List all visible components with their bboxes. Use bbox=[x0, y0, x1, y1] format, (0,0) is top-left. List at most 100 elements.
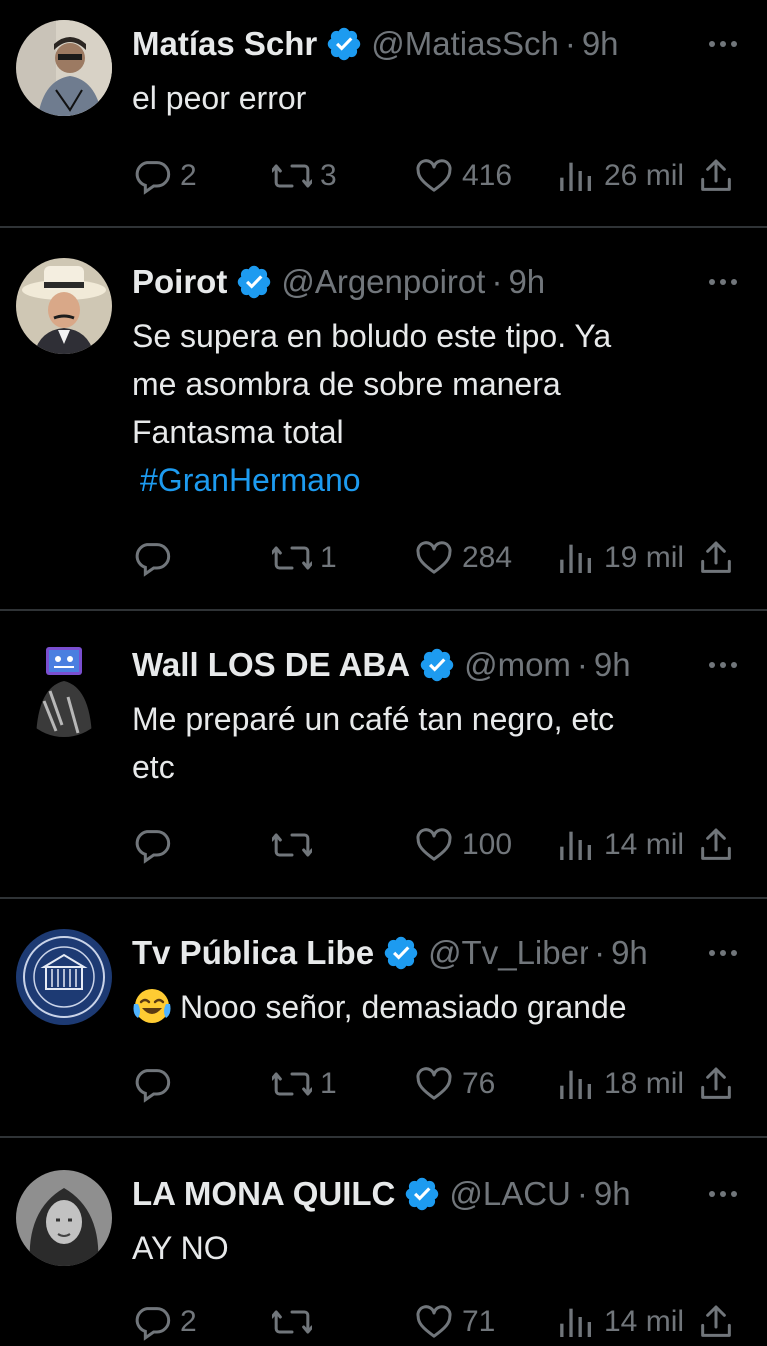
views-icon bbox=[556, 1064, 596, 1104]
views-button[interactable]: 26 mil bbox=[556, 152, 684, 200]
user-handle[interactable]: @Tv_Liber bbox=[428, 934, 588, 972]
tweet[interactable]: Wall LOS DE ABA @mom · 9h Me preparé un … bbox=[0, 641, 767, 881]
reply-icon bbox=[132, 538, 172, 578]
tweet-text: Se supera en boludo este tipo. Ya me aso… bbox=[132, 312, 732, 504]
reply-icon bbox=[132, 825, 172, 865]
like-button[interactable]: 100 bbox=[414, 821, 512, 869]
views-button[interactable]: 14 mil bbox=[556, 821, 684, 869]
views-count: 14 mil bbox=[604, 828, 685, 861]
retweet-button[interactable]: 1 bbox=[272, 1060, 337, 1108]
like-icon bbox=[414, 825, 454, 865]
timestamp[interactable]: 9h bbox=[611, 934, 648, 972]
more-icon[interactable] bbox=[709, 20, 737, 68]
timestamp[interactable]: 9h bbox=[594, 1175, 631, 1213]
like-icon bbox=[414, 538, 454, 578]
reply-button[interactable]: 2 bbox=[132, 1298, 197, 1346]
views-button[interactable]: 18 mil bbox=[556, 1060, 684, 1108]
more-icon[interactable] bbox=[709, 641, 737, 689]
tweet-text: Me preparé un café tan negro, etc etc bbox=[132, 695, 732, 791]
timestamp[interactable]: 9h bbox=[508, 263, 545, 301]
like-icon bbox=[414, 1064, 454, 1104]
share-button[interactable] bbox=[696, 534, 736, 582]
avatar[interactable] bbox=[16, 20, 112, 116]
views-count: 14 mil bbox=[604, 1305, 685, 1338]
share-button[interactable] bbox=[696, 1060, 736, 1108]
user-handle[interactable]: @MatiasSch bbox=[371, 25, 559, 63]
divider bbox=[0, 897, 767, 899]
retweet-count: 3 bbox=[320, 159, 337, 192]
more-icon[interactable] bbox=[709, 258, 737, 306]
avatar[interactable] bbox=[16, 929, 112, 1025]
views-icon bbox=[556, 825, 596, 865]
views-count: 18 mil bbox=[604, 1067, 685, 1100]
action-bar: 100 14 mil bbox=[132, 821, 742, 869]
like-button[interactable]: 416 bbox=[414, 152, 512, 200]
user-handle[interactable]: @LACU bbox=[449, 1175, 571, 1213]
retweet-icon bbox=[272, 1064, 312, 1104]
tweet-text-line: Nooo señor, demasiado grande bbox=[180, 989, 627, 1025]
reply-count: 2 bbox=[180, 159, 197, 192]
retweet-count: 1 bbox=[320, 1067, 337, 1100]
reply-button[interactable] bbox=[132, 821, 180, 869]
tweet-header: LA MONA QUILC @LACU · 9h bbox=[132, 1170, 631, 1218]
share-icon bbox=[696, 538, 736, 578]
tweet[interactable]: Poirot @Argenpoirot · 9h Se supera en bo… bbox=[0, 258, 767, 598]
like-icon bbox=[414, 1302, 454, 1342]
display-name[interactable]: LA MONA QUILC bbox=[132, 1175, 395, 1213]
like-icon bbox=[414, 156, 454, 196]
retweet-button[interactable] bbox=[272, 1298, 320, 1346]
timestamp[interactable]: 9h bbox=[594, 646, 631, 684]
display-name[interactable]: Matías Schr bbox=[132, 25, 317, 63]
tweet-text-line: me asombra de sobre manera bbox=[132, 366, 561, 402]
like-count: 284 bbox=[462, 541, 513, 574]
avatar[interactable] bbox=[16, 641, 112, 737]
more-icon[interactable] bbox=[709, 1170, 737, 1218]
like-button[interactable]: 76 bbox=[414, 1060, 495, 1108]
share-icon bbox=[696, 1064, 736, 1104]
views-button[interactable]: 19 mil bbox=[556, 534, 684, 582]
face-with-tears-of-joy-icon bbox=[133, 989, 171, 1023]
display-name[interactable]: Tv Pública Libe bbox=[132, 934, 374, 972]
reply-button[interactable] bbox=[132, 534, 180, 582]
tweet[interactable]: Matías Schr @MatiasSch · 9h el peor erro… bbox=[0, 20, 767, 220]
like-button[interactable]: 284 bbox=[414, 534, 512, 582]
timestamp[interactable]: 9h bbox=[582, 25, 619, 63]
reply-button[interactable] bbox=[132, 1060, 180, 1108]
separator-dot: · bbox=[491, 263, 503, 300]
action-bar: 2 3 416 26 mil bbox=[132, 152, 742, 200]
reply-count: 2 bbox=[180, 1305, 197, 1338]
user-handle[interactable]: @Argenpoirot bbox=[281, 263, 485, 301]
views-icon bbox=[556, 156, 596, 196]
like-button[interactable]: 71 bbox=[414, 1298, 495, 1346]
verified-badge-icon bbox=[418, 646, 456, 684]
retweet-button[interactable] bbox=[272, 821, 320, 869]
divider bbox=[0, 1136, 767, 1138]
reply-button[interactable]: 2 bbox=[132, 152, 197, 200]
retweet-count: 1 bbox=[320, 541, 337, 574]
user-handle[interactable]: @mom bbox=[464, 646, 571, 684]
views-button[interactable]: 14 mil bbox=[556, 1298, 684, 1346]
display-name[interactable]: Poirot bbox=[132, 263, 227, 301]
share-button[interactable] bbox=[696, 1298, 736, 1346]
verified-badge-icon bbox=[235, 263, 273, 301]
hashtag-link[interactable]: #GranHermano bbox=[140, 462, 361, 498]
retweet-button[interactable]: 3 bbox=[272, 152, 337, 200]
more-icon[interactable] bbox=[709, 929, 737, 977]
tweet-text: AY NO bbox=[132, 1224, 732, 1272]
tweet-text: el peor error bbox=[132, 74, 732, 122]
retweet-icon bbox=[272, 538, 312, 578]
like-count: 76 bbox=[462, 1067, 496, 1100]
like-count: 100 bbox=[462, 828, 513, 861]
divider bbox=[0, 609, 767, 611]
display-name[interactable]: Wall LOS DE ABA bbox=[132, 646, 410, 684]
tweet[interactable]: LA MONA QUILC @LACU · 9h AY NO 2 71 14 m… bbox=[0, 1170, 767, 1329]
retweet-button[interactable]: 1 bbox=[272, 534, 337, 582]
tweet-text: Nooo señor, demasiado grande bbox=[132, 983, 732, 1031]
tweet[interactable]: Tv Pública Libe @Tv_Liber · 9h Nooo seño… bbox=[0, 929, 767, 1109]
avatar[interactable] bbox=[16, 258, 112, 354]
separator-dot: · bbox=[576, 1175, 588, 1212]
share-button[interactable] bbox=[696, 152, 736, 200]
retweet-icon bbox=[272, 1302, 312, 1342]
share-button[interactable] bbox=[696, 821, 736, 869]
avatar[interactable] bbox=[16, 1170, 112, 1266]
